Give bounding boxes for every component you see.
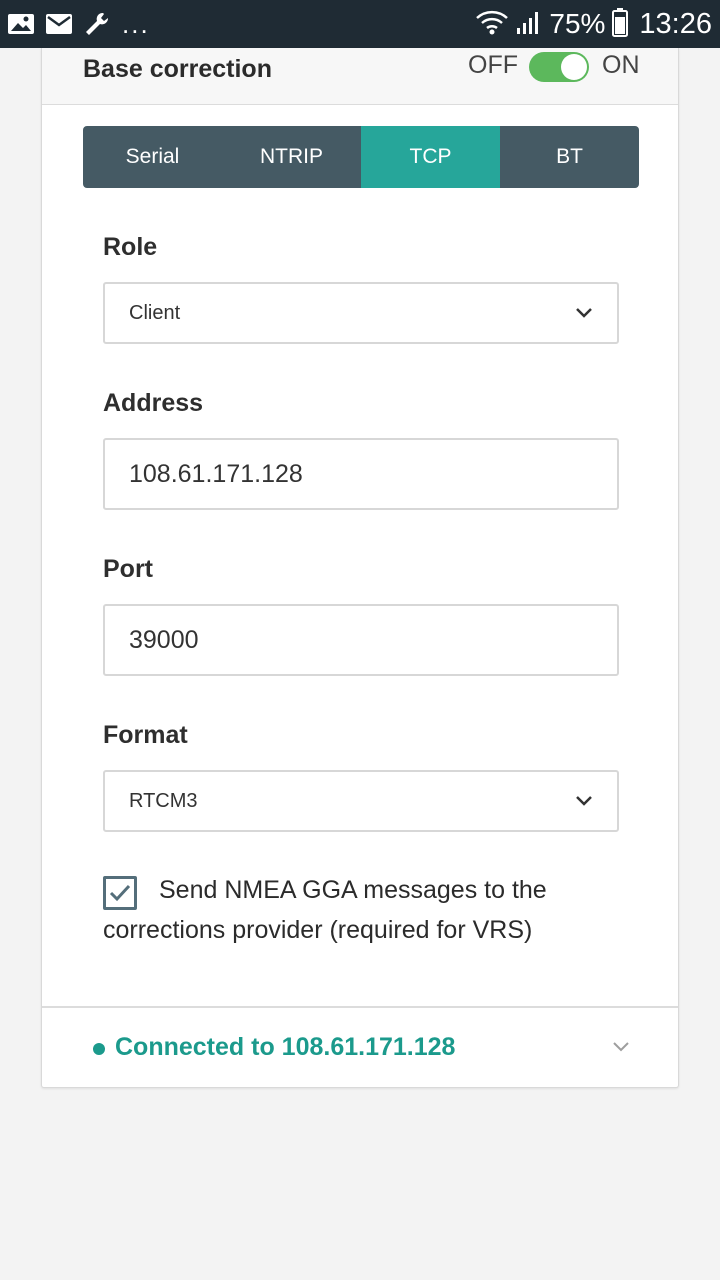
notification-icons: ... [6, 8, 150, 40]
more-notifications: ... [122, 9, 150, 39]
tab-tcp[interactable]: TCP [361, 126, 500, 188]
base-correction-toggle[interactable] [529, 52, 589, 82]
status-bar: ... 75% 13:26 [0, 0, 720, 48]
send-gga-label[interactable]: Send NMEA GGA messages to the correction… [103, 870, 623, 950]
role-value: Client [129, 302, 181, 324]
card-header: Base correction OFF ON [42, 48, 678, 105]
system-indicators: 75% 13:26 [475, 6, 712, 42]
status-dot [93, 1043, 105, 1055]
format-value: RTCM3 [129, 790, 198, 812]
connection-status: Connected to 108.61.171.128 [115, 1033, 456, 1061]
toggle-off-label: OFF [468, 51, 518, 79]
port-input[interactable]: 39000 [103, 604, 619, 676]
address-value: 108.61.171.128 [129, 460, 303, 488]
wrench-icon [82, 9, 112, 39]
format-select[interactable]: RTCM3 [103, 770, 619, 832]
toggle-knob [561, 54, 587, 80]
tab-serial[interactable]: Serial [83, 126, 222, 188]
port-value: 39000 [129, 626, 199, 654]
connection-type-tabs: Serial NTRIP TCP BT [83, 126, 639, 188]
connection-status-row[interactable]: Connected to 108.61.171.128 [42, 1006, 678, 1087]
mail-icon [44, 9, 74, 39]
clock: 13:26 [639, 8, 712, 40]
chevron-down-icon [575, 794, 593, 812]
toggle-on-label: ON [602, 51, 640, 79]
battery-percent: 75% [549, 8, 606, 39]
format-label: Format [103, 721, 188, 749]
chevron-down-icon[interactable] [612, 1040, 630, 1058]
wifi-icon [475, 8, 509, 41]
tab-bt[interactable]: BT [500, 126, 639, 188]
port-label: Port [103, 555, 153, 583]
battery-icon [611, 7, 629, 42]
tab-ntrip[interactable]: NTRIP [222, 126, 361, 188]
chevron-down-icon [575, 306, 593, 324]
role-label: Role [103, 233, 158, 261]
base-correction-card: Base correction OFF ON Serial NTRIP TCP … [41, 48, 679, 1088]
image-icon [6, 9, 36, 39]
address-label: Address [103, 389, 204, 417]
section-title: Base correction [83, 55, 272, 83]
signal-icon [515, 8, 543, 41]
address-input[interactable]: 108.61.171.128 [103, 438, 619, 510]
role-select[interactable]: Client [103, 282, 619, 344]
